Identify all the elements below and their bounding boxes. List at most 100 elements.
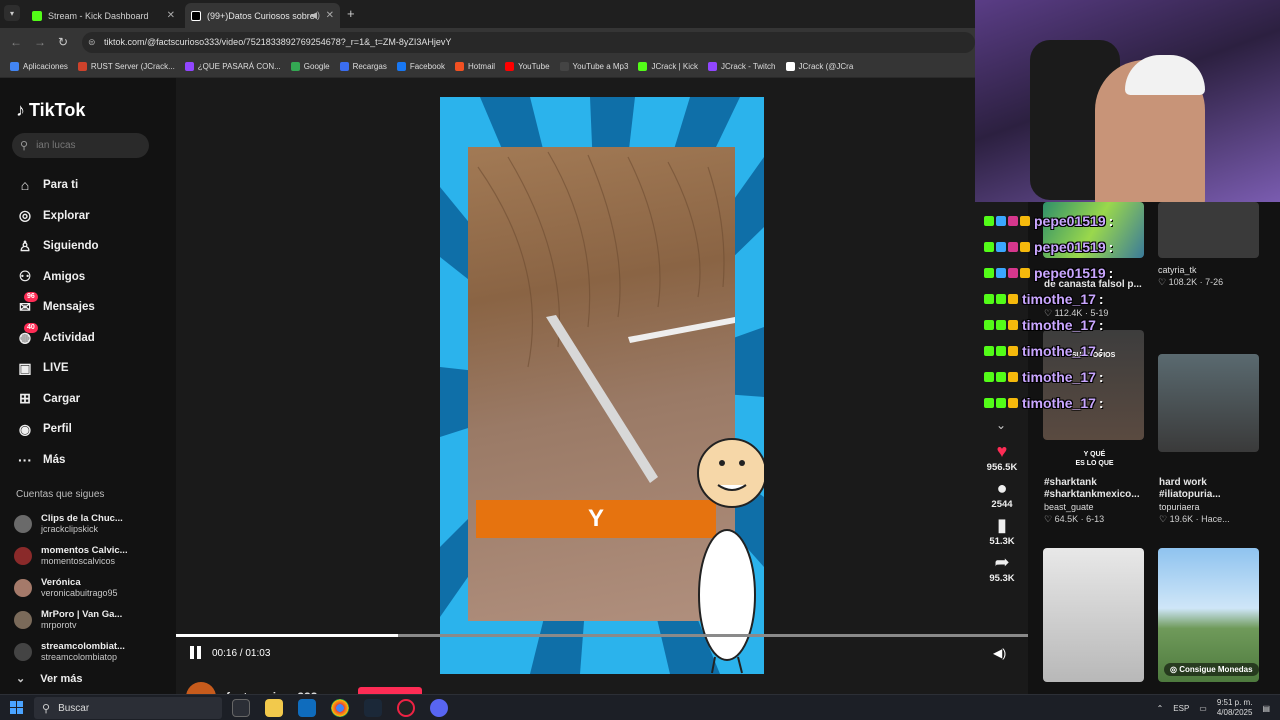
profile-icon: ◉	[18, 420, 32, 437]
thumb-video-6[interactable]: ◎ Consigue Monedas	[1158, 548, 1259, 682]
chat-separator: :	[1098, 291, 1104, 307]
chat-badge-icon	[984, 242, 994, 252]
nav-item[interactable]: ♙ Siguiendo	[16, 231, 166, 262]
get-coins-button[interactable]: ◎ Consigue Monedas	[1164, 663, 1259, 676]
chat-badge-icon	[1008, 346, 1018, 356]
tab-kick-dashboard[interactable]: Stream - Kick Dashboard ✕	[26, 3, 181, 28]
new-tab-button[interactable]: +	[347, 6, 355, 21]
clock[interactable]: 9:51 p. m. 4/08/2025	[1217, 698, 1253, 718]
account-text: streamcolombiat... streamcolombiatop	[41, 641, 125, 663]
nav-item[interactable]: ◉ Perfil	[16, 414, 166, 445]
file-explorer-icon[interactable]	[265, 699, 283, 717]
nav-label: Siguiendo	[43, 240, 99, 253]
close-icon[interactable]: ✕	[167, 10, 175, 21]
bookmark-item[interactable]: YouTube	[505, 62, 550, 71]
bookmark-item[interactable]: ¿QUE PASARÁ CON...	[184, 62, 281, 71]
bookmark-item[interactable]: Aplicaciones	[10, 62, 68, 71]
see-more-button[interactable]: ⌄ Ver más	[16, 672, 82, 685]
cartoon-character	[697, 438, 764, 674]
bookmark-item[interactable]: Google	[290, 62, 330, 71]
following-account[interactable]: Clips de la Chuc... jcrackclipskick	[14, 508, 174, 540]
pause-icon[interactable]	[190, 646, 204, 660]
thumb-video-5[interactable]	[1043, 548, 1144, 682]
following-account[interactable]: streamcolombiat... streamcolombiatop	[14, 636, 174, 668]
reload-icon[interactable]: ↻	[58, 35, 68, 49]
forward-icon[interactable]: →	[34, 35, 46, 49]
thumb-video-2[interactable]	[1158, 202, 1259, 258]
chat-username[interactable]: timothe_17	[1022, 343, 1096, 359]
bookmark-item[interactable]: Facebook	[396, 62, 445, 71]
chat-username[interactable]: timothe_17	[1022, 317, 1096, 333]
chat-username[interactable]: pepe01519	[1034, 239, 1106, 255]
chat-username[interactable]: timothe_17	[1022, 369, 1096, 385]
speaker-icon[interactable]: ◀)	[310, 10, 320, 21]
upload-icon: ⊞	[19, 390, 31, 407]
video-player[interactable]: Y 00:16 / 01:03 ◀) factscurioso333	[176, 78, 1028, 712]
network-icon[interactable]: ▭	[1199, 704, 1207, 713]
search-input[interactable]: ⚲ ian lucas	[12, 133, 149, 158]
language-indicator[interactable]: ESP	[1173, 704, 1189, 713]
chat-badge-icon	[1008, 294, 1018, 304]
progress-bar[interactable]	[176, 634, 1028, 637]
following-account[interactable]: MrPoro | Van Ga... mrporotv	[14, 604, 174, 636]
chat-username[interactable]: pepe01519	[1034, 213, 1106, 229]
following-account[interactable]: Verónica veronicabuitrago95	[14, 572, 174, 604]
bookmark-label: YouTube a Mp3	[572, 62, 629, 71]
chevron-up-icon[interactable]: ⌃	[1157, 704, 1164, 713]
thumb-title[interactable]: hard work #iliatopuria...	[1159, 477, 1269, 501]
comment-button[interactable]: ● 2544	[976, 477, 1028, 510]
bookmark-favicon-icon	[396, 62, 406, 71]
chevron-down-icon[interactable]: ⌄	[996, 418, 1006, 432]
url-bar[interactable]: ⊜ tiktok.com/@factscurioso333/video/7521…	[82, 32, 975, 53]
task-view-icon[interactable]	[232, 699, 250, 717]
steam-icon[interactable]	[364, 699, 382, 717]
chrome-icon[interactable]	[331, 699, 349, 717]
chat-username[interactable]: pepe01519	[1034, 265, 1106, 281]
chat-badge-icon	[996, 242, 1006, 252]
close-icon[interactable]: ✕	[326, 10, 334, 21]
tab-search-button[interactable]: ▾	[4, 5, 20, 21]
thumb-video-4[interactable]	[1158, 354, 1259, 452]
like-button[interactable]: ♥ 956.5K	[976, 440, 1028, 473]
chat-badges	[984, 320, 1018, 330]
taskbar-search[interactable]: ⚲ Buscar	[34, 697, 222, 719]
obs-icon[interactable]	[397, 699, 415, 717]
thumb-title[interactable]: #sharktank #sharktankmexico...	[1044, 477, 1154, 501]
site-info-icon[interactable]: ⊜	[88, 32, 96, 53]
outlook-icon[interactable]	[298, 699, 316, 717]
notifications-icon[interactable]: ▤	[1262, 704, 1270, 713]
system-tray: ⌃ ESP ▭ 9:51 p. m. 4/08/2025 ▤	[1157, 698, 1270, 718]
back-icon[interactable]: ←	[10, 35, 22, 49]
bookmark-item[interactable]: Hotmail	[454, 62, 495, 71]
share-button[interactable]: ➦ 95.3K	[976, 551, 1028, 584]
video-frame[interactable]: Y	[440, 97, 764, 674]
nav-item[interactable]: ··· Más	[16, 445, 166, 476]
nav-label: Amigos	[43, 270, 86, 283]
nav-item[interactable]: ◎ Explorar	[16, 201, 166, 232]
chat-username[interactable]: timothe_17	[1022, 395, 1096, 411]
save-button[interactable]: ▮ 51.3K	[976, 514, 1028, 547]
volume-icon[interactable]: ◀)	[993, 646, 1006, 660]
bookmark-item[interactable]: YouTube a Mp3	[559, 62, 629, 71]
bookmark-item[interactable]: RUST Server (JCrack...	[77, 62, 175, 71]
nav-item[interactable]: ⚇ Amigos	[16, 262, 166, 293]
tab-tiktok-video[interactable]: (99+)Datos Curiosos sobre ◀) ✕	[185, 3, 340, 28]
following-account[interactable]: momentos Calvic... momentoscalvicos	[14, 540, 174, 572]
comment-count: 2544	[991, 499, 1013, 510]
bookmark-item[interactable]: JCrack - Twitch	[707, 62, 776, 71]
nav-item[interactable]: ⌂ Para ti	[16, 170, 166, 201]
bookmark-item[interactable]: JCrack | Kick	[638, 62, 698, 71]
chat-username[interactable]: timothe_17	[1022, 291, 1096, 307]
bookmark-item[interactable]: JCrack (@JCra	[785, 62, 853, 71]
thumb-user[interactable]: catyria_tk	[1158, 264, 1268, 276]
nav-item[interactable]: ◍ 40 Actividad	[16, 322, 166, 354]
discord-icon[interactable]	[430, 699, 448, 717]
bookmark-item[interactable]: Recargas	[339, 62, 387, 71]
thumb-user[interactable]: topuriaera	[1159, 501, 1269, 513]
thumb-user[interactable]: beast_guate	[1044, 501, 1154, 513]
windows-start-icon[interactable]	[10, 701, 23, 714]
nav-item[interactable]: ✉ 96 Mensajes	[16, 292, 166, 323]
nav-item[interactable]: ⊞ Cargar	[16, 384, 166, 415]
nav-item[interactable]: ▣ LIVE	[16, 353, 166, 384]
tiktok-logo[interactable]: ♪ TikTok	[16, 100, 85, 121]
